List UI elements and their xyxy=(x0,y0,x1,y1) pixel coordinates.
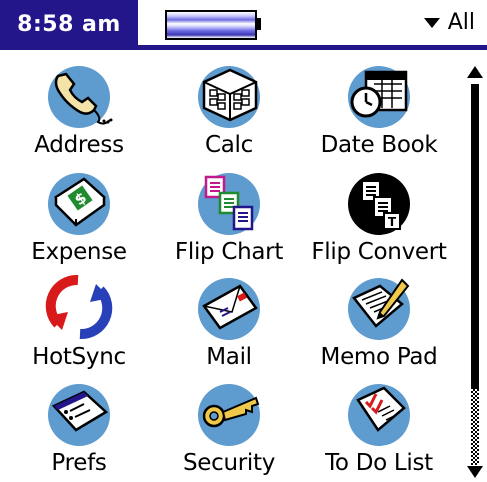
app-label: Calc xyxy=(205,132,253,158)
app-label: Prefs xyxy=(51,450,107,476)
scroll-track[interactable] xyxy=(471,389,479,465)
scrollbar[interactable] xyxy=(464,62,486,482)
category-picker[interactable]: All xyxy=(423,0,475,45)
dropdown-arrow-icon xyxy=(423,17,440,28)
dollar-book-icon: $ xyxy=(54,177,106,227)
app-to-do-list[interactable]: To Do List xyxy=(304,378,454,482)
scroll-down-arrow-icon[interactable] xyxy=(467,466,483,478)
flip-chart-icon xyxy=(204,175,254,231)
app-label: HotSync xyxy=(32,344,126,370)
flip-convert-icon: T xyxy=(361,180,401,230)
envelope-icon xyxy=(202,284,258,330)
app-prefs[interactable]: Prefs xyxy=(4,378,154,482)
app-date-book[interactable]: Date Book xyxy=(304,60,454,164)
app-label: Flip Convert xyxy=(311,239,447,265)
app-label: Flip Chart xyxy=(174,239,284,265)
app-label: Date Book xyxy=(320,132,438,158)
key-icon xyxy=(202,396,260,428)
app-flip-convert[interactable]: T Flip Convert xyxy=(304,167,454,271)
hotsync-icon xyxy=(45,274,113,340)
app-label: Expense xyxy=(31,239,127,265)
checklist-icon xyxy=(356,386,406,432)
app-label: Mail xyxy=(206,344,252,370)
app-expense[interactable]: $ Expense xyxy=(4,167,154,271)
app-label: Security xyxy=(182,450,276,476)
app-address[interactable]: Address xyxy=(4,60,154,164)
calculator-icon xyxy=(202,68,258,122)
memo-pencil-icon xyxy=(352,278,410,328)
app-launcher-grid: Address Calc Date Book $ Expense Flip Ch… xyxy=(4,60,456,482)
phone-icon xyxy=(54,72,113,125)
clock[interactable]: 8:58 am xyxy=(0,0,138,49)
app-mail[interactable]: Mail xyxy=(154,272,304,376)
app-flip-chart[interactable]: Flip Chart xyxy=(154,167,304,271)
title-underline xyxy=(0,45,487,50)
app-label: Memo Pad xyxy=(320,344,438,370)
app-label: To Do List xyxy=(325,450,433,476)
app-label: Address xyxy=(34,132,124,158)
app-calc[interactable]: Calc xyxy=(154,60,304,164)
app-memo-pad[interactable]: Memo Pad xyxy=(304,272,454,376)
battery-icon xyxy=(165,10,261,40)
prefs-window-icon xyxy=(51,390,109,432)
app-security[interactable]: Security xyxy=(154,378,304,482)
status-bar: 8:58 am All xyxy=(0,0,487,52)
calendar-clock-icon xyxy=(350,70,408,118)
svg-text:T: T xyxy=(388,215,397,229)
scroll-thumb[interactable] xyxy=(471,84,479,389)
scroll-up-arrow-icon[interactable] xyxy=(467,66,483,78)
app-hotsync[interactable]: HotSync xyxy=(4,272,154,376)
category-label: All xyxy=(447,10,475,35)
